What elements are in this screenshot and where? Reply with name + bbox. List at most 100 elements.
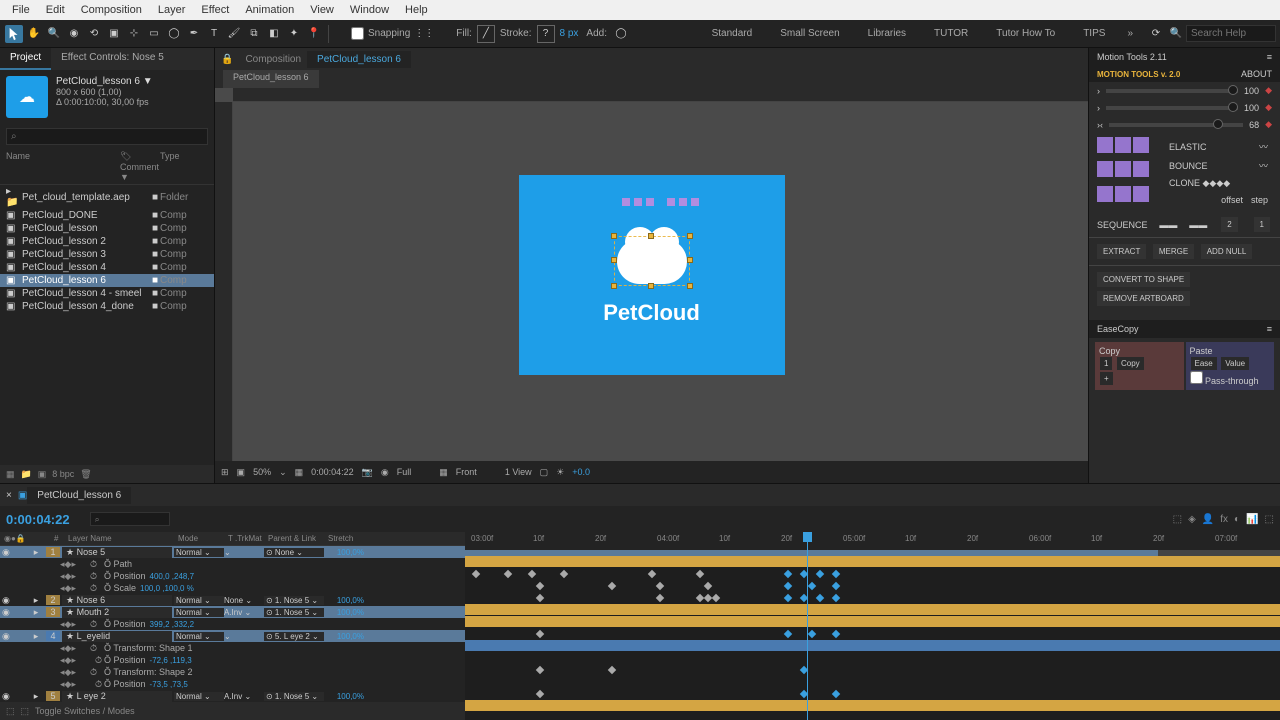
slider-3[interactable] xyxy=(1109,123,1243,127)
hand-tool[interactable]: ✋ xyxy=(25,25,43,43)
easecopy-menu-icon[interactable]: ≡ xyxy=(1267,324,1272,334)
convert-button[interactable]: CONVERT TO SHAPE xyxy=(1097,272,1190,287)
bpc-label[interactable]: 8 bpc xyxy=(52,469,74,479)
project-item[interactable]: ▣PetCloud_lesson 4■Comp xyxy=(0,261,214,274)
addnull-button[interactable]: ADD NULL xyxy=(1201,244,1253,259)
menu-window[interactable]: Window xyxy=(342,4,397,16)
seq-val-1[interactable]: 2 xyxy=(1221,217,1237,232)
new-comp-icon[interactable]: ▣ xyxy=(38,469,47,480)
timeline-track[interactable] xyxy=(465,556,1280,568)
vf-resolution[interactable]: Full xyxy=(397,467,412,477)
vf-time[interactable]: 0:00:04:22 xyxy=(311,467,354,477)
text-tool[interactable]: T xyxy=(205,25,223,43)
tl-icon-1[interactable]: ⬚ xyxy=(1173,514,1182,525)
clone-label[interactable]: CLONE ◆◆◆◆ xyxy=(1169,178,1230,189)
layer-row[interactable]: ◉▸2★ Nose 6Normal ⌄None ⌄⊙ 1. Nose 5 ⌄10… xyxy=(0,594,465,606)
selection-tool[interactable] xyxy=(5,25,23,43)
slider-1-kf[interactable]: ◆ xyxy=(1265,85,1272,96)
col-type[interactable]: Type xyxy=(160,151,208,182)
project-item[interactable]: ▣PetCloud_lesson 6■Comp xyxy=(0,274,214,287)
slider-2-kf[interactable]: ◆ xyxy=(1265,102,1272,113)
clone-tool[interactable]: ⧉ xyxy=(245,25,263,43)
value-button[interactable]: Value xyxy=(1221,357,1249,370)
snap-opt-icon[interactable]: ⋮⋮ xyxy=(415,25,433,43)
vf-3d-icon[interactable]: ▢ xyxy=(540,467,549,478)
tl-snap-icon[interactable]: ⬚ xyxy=(1265,514,1274,525)
layer-property[interactable]: ◂◆▸⏱Ŏ Position400,0 ,248,7 xyxy=(0,570,465,582)
anchor-grid[interactable] xyxy=(1089,133,1157,212)
copy-add[interactable]: + xyxy=(1100,372,1113,385)
timeline-track[interactable] xyxy=(465,592,1280,604)
bounce-label[interactable]: BOUNCE xyxy=(1169,161,1208,171)
time-ruler[interactable]: 03:00f10f20f04:00f10f20f05:00f10f20f06:0… xyxy=(465,532,1280,550)
vf-snapshot-icon[interactable]: ◉ xyxy=(381,467,389,478)
tab-project[interactable]: Project xyxy=(0,48,51,70)
col-layername[interactable]: Layer Name xyxy=(68,534,178,543)
stroke-width[interactable]: 8 px xyxy=(560,28,579,39)
ws-tutor[interactable]: TUTOR xyxy=(934,28,968,39)
tab-effect-controls[interactable]: Effect Controls: Nose 5 xyxy=(51,48,174,70)
timeline-track[interactable] xyxy=(465,676,1280,688)
anchor-tool[interactable]: ⊹ xyxy=(125,25,143,43)
search-help-input[interactable] xyxy=(1186,25,1276,42)
rotate-tool[interactable]: ⟲ xyxy=(85,25,103,43)
extract-button[interactable]: EXTRACT xyxy=(1097,244,1146,259)
layer-property[interactable]: ◂◆▸⏱Ŏ Path xyxy=(0,558,465,570)
slider-2-val[interactable]: 100 xyxy=(1244,103,1259,113)
comp-subtab[interactable]: PetCloud_lesson 6 xyxy=(223,70,319,88)
current-time[interactable]: 0:00:04:22 xyxy=(6,512,70,527)
tl-graph-icon[interactable]: 📊 xyxy=(1246,514,1258,525)
seq-icon-1[interactable]: ▬▬ xyxy=(1159,220,1177,230)
passthrough-checkbox[interactable] xyxy=(1190,371,1203,384)
layer-property[interactable]: ◂◆▸ ⏱Ŏ Position-72,6 ,119,3 xyxy=(0,654,465,666)
eraser-tool[interactable]: ◧ xyxy=(265,25,283,43)
timeline-track[interactable] xyxy=(465,580,1280,592)
easecopy-tab[interactable]: EaseCopy xyxy=(1097,324,1139,334)
snapping-checkbox[interactable] xyxy=(351,27,364,40)
menu-layer[interactable]: Layer xyxy=(150,4,194,16)
selection-handles[interactable] xyxy=(614,236,690,286)
motion-tools-tab[interactable]: Motion Tools 2.11 xyxy=(1097,52,1167,62)
project-item[interactable]: ▣PetCloud_lesson 3■Comp xyxy=(0,248,214,261)
pen-tool[interactable]: ✒ xyxy=(185,25,203,43)
vf-viewmode[interactable]: Front xyxy=(456,467,477,477)
about-button[interactable]: ABOUT xyxy=(1241,69,1272,79)
slider-3-kf[interactable]: ◆ xyxy=(1265,119,1272,130)
tl-fx-icon[interactable]: fx xyxy=(1220,514,1228,525)
timeline-track[interactable] xyxy=(465,688,1280,700)
zoom-value[interactable]: 50% xyxy=(253,467,271,477)
layer-row[interactable]: ◉▸4★ L_eyelidNormal ⌄ ⌄⊙ 5. L eye 2 ⌄100… xyxy=(0,630,465,642)
seq-icon-2[interactable]: ▬▬ xyxy=(1189,220,1207,230)
col-stretch[interactable]: Stretch xyxy=(328,534,368,543)
remove-artboard-button[interactable]: REMOVE ARTBOARD xyxy=(1097,291,1190,306)
project-item[interactable]: ▣PetCloud_lesson 2■Comp xyxy=(0,235,214,248)
timeline-track[interactable] xyxy=(465,664,1280,676)
seq-val-2[interactable]: 1 xyxy=(1254,217,1270,232)
menu-composition[interactable]: Composition xyxy=(73,4,150,16)
menu-animation[interactable]: Animation xyxy=(237,4,302,16)
menu-view[interactable]: View xyxy=(302,4,342,16)
tl-icon-2[interactable]: ◈ xyxy=(1188,514,1196,525)
ws-libraries[interactable]: Libraries xyxy=(868,28,906,39)
timeline-search[interactable] xyxy=(90,512,170,526)
add-dropdown-icon[interactable]: ◯ xyxy=(612,25,630,43)
layer-property[interactable]: ◂◆▸⏱Ŏ Scale100,0 ,100,0 % xyxy=(0,582,465,594)
elastic-label[interactable]: ELASTIC xyxy=(1169,142,1207,152)
interpret-icon[interactable]: ▦ xyxy=(6,469,15,480)
slider-1-val[interactable]: 100 xyxy=(1244,86,1259,96)
comp-thumbnail[interactable]: ☁ xyxy=(6,76,48,118)
menu-help[interactable]: Help xyxy=(397,4,436,16)
timeline-track[interactable] xyxy=(465,604,1280,616)
timeline-track[interactable] xyxy=(465,652,1280,664)
timeline-tracks[interactable]: 03:00f10f20f04:00f10f20f05:00f10f20f06:0… xyxy=(465,532,1280,720)
ease-button[interactable]: Ease xyxy=(1191,357,1217,370)
slider-2[interactable] xyxy=(1106,106,1238,110)
col-parent[interactable]: Parent & Link xyxy=(268,534,328,543)
camera-tool[interactable]: ▣ xyxy=(105,25,123,43)
vf-grid-icon[interactable]: ⊞ xyxy=(221,467,229,478)
project-item[interactable]: ▣PetCloud_lesson 4 - smeel■Comp xyxy=(0,287,214,300)
ws-more[interactable]: » xyxy=(1127,28,1133,39)
composition-viewer[interactable]: PetCloud xyxy=(215,88,1088,461)
fill-swatch[interactable]: ╱ xyxy=(477,25,495,43)
timeline-track[interactable] xyxy=(465,640,1280,652)
